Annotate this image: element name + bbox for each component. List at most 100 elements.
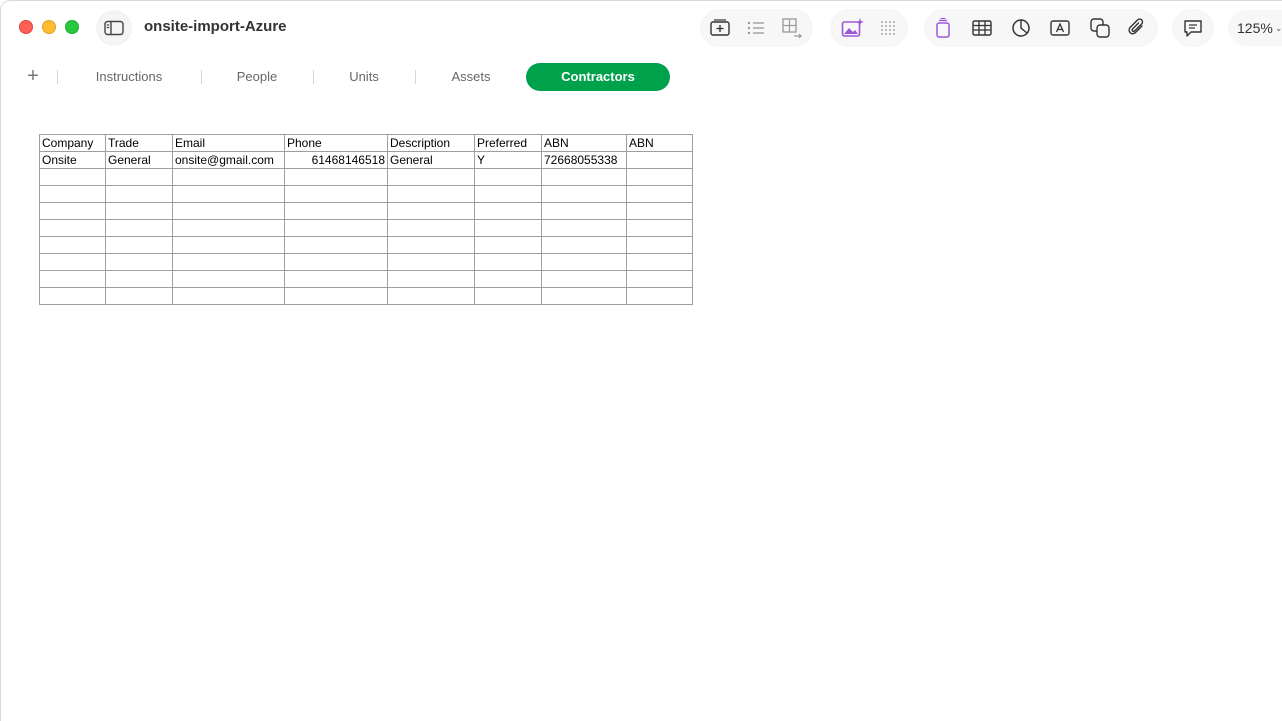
table-cell[interactable] [105, 219, 173, 237]
table-cell[interactable] [284, 253, 388, 271]
close-window-button[interactable] [19, 20, 33, 34]
chart-button[interactable] [1009, 16, 1033, 40]
header-cell[interactable]: Preferred [474, 134, 542, 152]
header-cell[interactable]: ABN [541, 134, 627, 152]
table-cell[interactable] [172, 202, 285, 220]
table-cell[interactable] [541, 185, 627, 203]
table-cell[interactable] [105, 185, 173, 203]
table-cell[interactable] [284, 270, 388, 288]
table-cell[interactable] [39, 253, 106, 271]
table-cell[interactable] [626, 287, 693, 305]
table-cell[interactable] [284, 287, 388, 305]
table-cell[interactable]: onsite@gmail.com [172, 151, 285, 169]
table-button[interactable] [970, 16, 994, 40]
table-cell[interactable] [474, 270, 542, 288]
tab-people[interactable]: People [217, 63, 297, 91]
organize-button[interactable] [931, 16, 955, 40]
table-cell[interactable] [541, 236, 627, 254]
table-cell[interactable] [39, 219, 106, 237]
table-cell[interactable] [172, 287, 285, 305]
table-cell[interactable] [387, 185, 475, 203]
table-cell[interactable] [541, 253, 627, 271]
table-cell[interactable] [474, 168, 542, 186]
list-button[interactable] [744, 16, 768, 40]
table-cell[interactable] [284, 185, 388, 203]
table-cell[interactable] [541, 168, 627, 186]
table-cell[interactable] [474, 236, 542, 254]
table-cell[interactable] [626, 253, 693, 271]
header-cell[interactable]: Phone [284, 134, 388, 152]
table-cell[interactable] [39, 270, 106, 288]
tab-instructions[interactable]: Instructions [73, 63, 185, 91]
table-cell[interactable] [284, 168, 388, 186]
table-cell[interactable] [474, 287, 542, 305]
tab-contractors[interactable]: Contractors [526, 63, 670, 91]
table-cell[interactable] [626, 270, 693, 288]
table-cell[interactable] [172, 253, 285, 271]
maximize-window-button[interactable] [65, 20, 79, 34]
table-cell[interactable] [284, 202, 388, 220]
table-cell[interactable] [105, 236, 173, 254]
table-cell[interactable] [387, 236, 475, 254]
table-cell[interactable] [541, 219, 627, 237]
zoom-menu[interactable]: 125% ⌄ [1228, 10, 1282, 46]
header-cell[interactable]: Trade [105, 134, 173, 152]
table-cell[interactable] [387, 270, 475, 288]
table-cell[interactable] [626, 236, 693, 254]
table-cell[interactable] [105, 253, 173, 271]
tab-assets[interactable]: Assets [431, 63, 511, 91]
table-cell[interactable]: 61468146518 [284, 151, 388, 169]
table-cell[interactable] [474, 202, 542, 220]
table-cell[interactable] [172, 236, 285, 254]
table-cell[interactable] [626, 185, 693, 203]
table-cell[interactable] [105, 202, 173, 220]
minimize-window-button[interactable] [42, 20, 56, 34]
table-cell[interactable] [39, 202, 106, 220]
table-cell[interactable] [105, 270, 173, 288]
table-cell[interactable] [172, 185, 285, 203]
table-cell[interactable] [474, 253, 542, 271]
grid-dots-button[interactable] [876, 16, 900, 40]
insert-sheet-button[interactable] [708, 16, 732, 40]
table-cell[interactable] [626, 151, 693, 169]
table-cell[interactable] [626, 202, 693, 220]
table-cell[interactable] [626, 219, 693, 237]
table-cell[interactable] [284, 219, 388, 237]
header-cell[interactable]: Email [172, 134, 285, 152]
header-cell[interactable]: Description [387, 134, 475, 152]
media-button[interactable] [841, 16, 865, 40]
table-cell[interactable]: Y [474, 151, 542, 169]
table-cell[interactable] [541, 287, 627, 305]
table-cell[interactable] [474, 219, 542, 237]
table-cell[interactable] [39, 168, 106, 186]
table-cell[interactable] [172, 270, 285, 288]
table-cell[interactable] [474, 185, 542, 203]
sidebar-toggle-button[interactable] [97, 11, 131, 45]
table-cell[interactable] [626, 168, 693, 186]
table-cell[interactable] [105, 168, 173, 186]
table-adjust-button[interactable] [780, 16, 804, 40]
table-cell[interactable] [387, 202, 475, 220]
add-sheet-button[interactable]: + [23, 66, 43, 86]
table-cell[interactable] [105, 287, 173, 305]
table-cell[interactable] [172, 219, 285, 237]
table-cell[interactable] [387, 168, 475, 186]
comment-button[interactable] [1181, 16, 1205, 40]
table-cell[interactable]: General [105, 151, 173, 169]
table-cell[interactable]: 72668055338 [541, 151, 627, 169]
table-cell[interactable] [284, 236, 388, 254]
table-cell[interactable] [39, 287, 106, 305]
table-cell[interactable]: Onsite [39, 151, 106, 169]
table-cell[interactable] [172, 168, 285, 186]
table-cell[interactable] [39, 185, 106, 203]
tab-units[interactable]: Units [329, 63, 399, 91]
attachment-button[interactable] [1125, 16, 1149, 40]
table-cell[interactable] [541, 202, 627, 220]
table-cell[interactable]: General [387, 151, 475, 169]
table-cell[interactable] [387, 287, 475, 305]
table-cell[interactable] [387, 253, 475, 271]
shape-button[interactable] [1088, 16, 1112, 40]
table-cell[interactable] [387, 219, 475, 237]
header-cell[interactable]: Company [39, 134, 106, 152]
text-box-button[interactable] [1048, 16, 1072, 40]
